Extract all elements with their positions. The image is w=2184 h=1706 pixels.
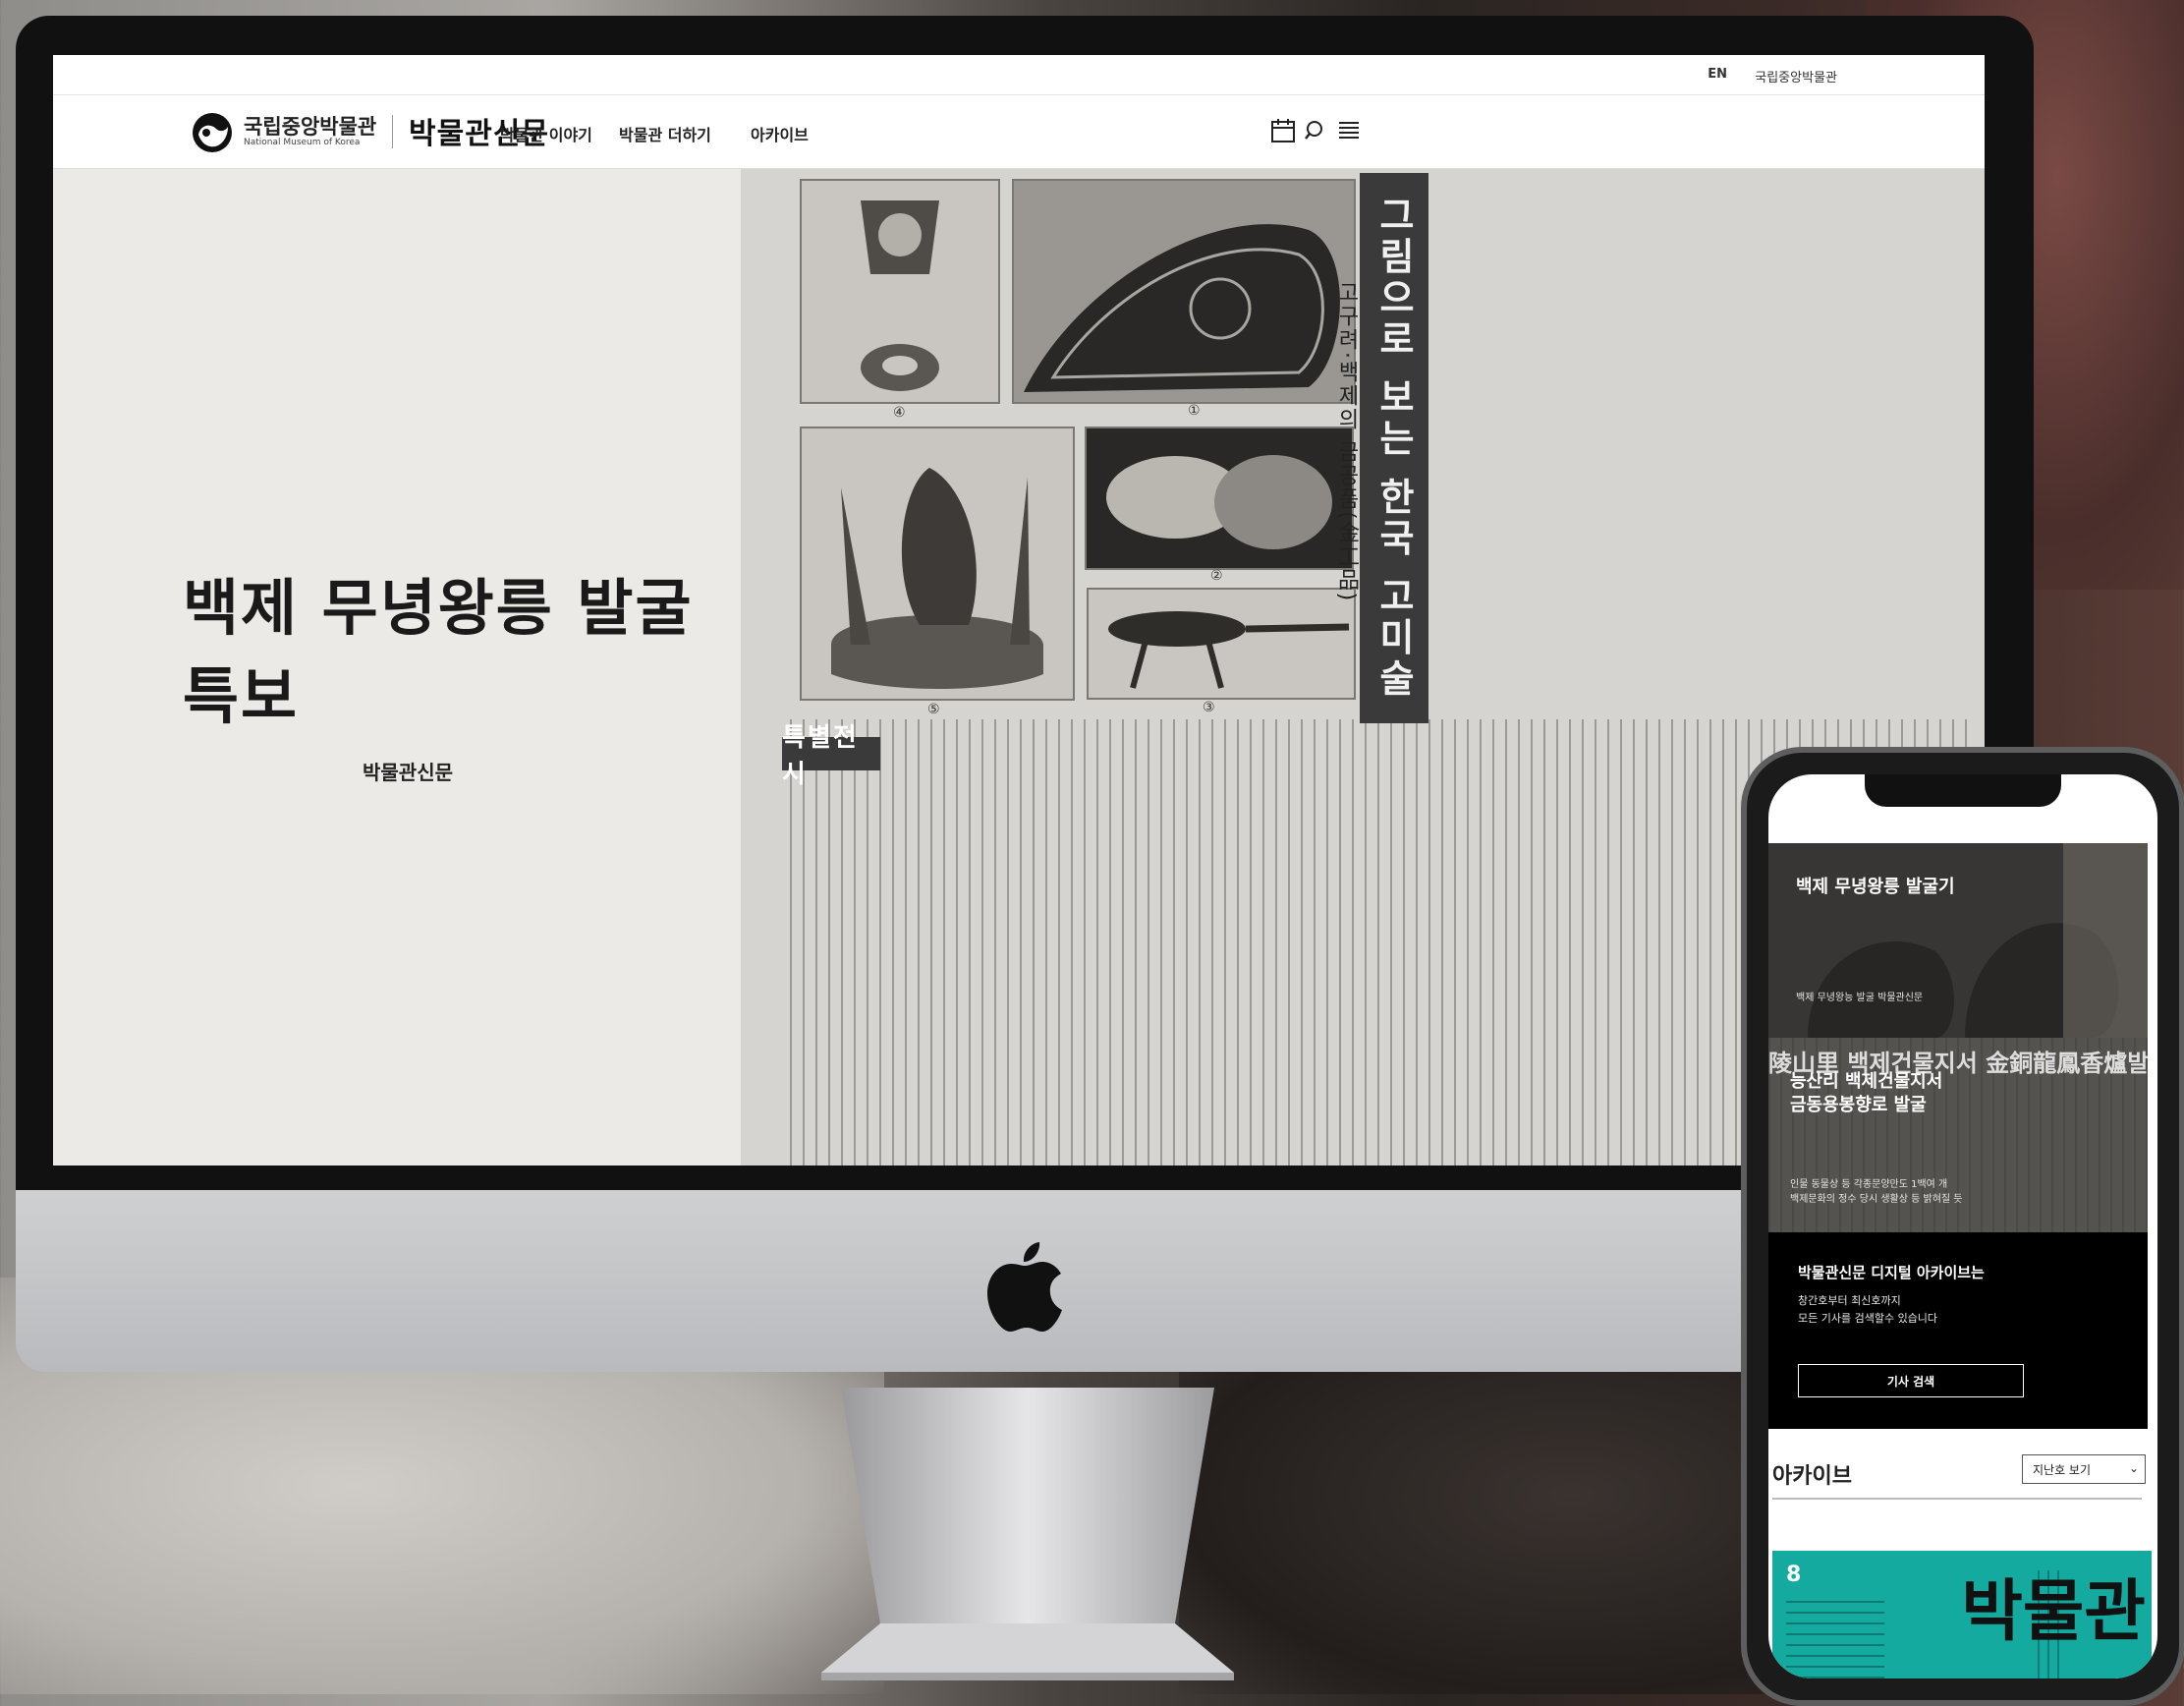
newspaper-photo-iron-pot <box>1087 588 1356 700</box>
figure-number-4: ④ <box>893 405 906 421</box>
iphone-device: 백제 무녕왕릉 발굴기 백제 무녕왕능 발굴 박물관신문 陵山里 백제건물지서 … <box>1741 747 2184 1706</box>
newspaper-banner: 그림으로 보는 한국 고미술 <box>1360 173 1428 723</box>
newspaper-banner-text: 그림으로 보는 한국 고미술 <box>1372 196 1416 701</box>
mobile-card1-caption: 백제 무녕왕능 발굴 박물관신문 <box>1796 993 1924 1003</box>
apple-logo-icon <box>987 1242 1062 1332</box>
newspaper-photo-gold-crown <box>800 426 1075 701</box>
hero-title: 백제 무녕왕릉 발굴 특보 <box>183 572 694 732</box>
newspaper-subtitle: 고구려·백제의 금공품(金工品) <box>1334 281 1359 603</box>
figure-number-3: ③ <box>1203 700 1215 715</box>
past-issue-select[interactable]: 지난호 보기 ⌄ <box>2022 1454 2146 1484</box>
mobile-screen: 백제 무녕왕릉 발굴기 백제 무녕왕능 발굴 박물관신문 陵山里 백제건물지서 … <box>1768 774 2157 1678</box>
mobile-card2-caption-2: 백제문화의 정수 당시 생활상 등 밝혀질 듯 <box>1790 1194 1963 1205</box>
mobile-card2-caption-1: 인물 동물상 등 각종문양만도 1백여 개 <box>1790 1179 1948 1190</box>
imac-stand <box>821 1388 1234 1680</box>
mobile-archive-promo: 박물관신문 디지털 아카이브는 창간호부터 최신호까지 모든 기사를 검색할수 … <box>1768 1232 2148 1429</box>
museum-logo-icon[interactable] <box>191 111 234 154</box>
newspaper-photo-crown-ornament <box>1012 179 1356 404</box>
logo-divider <box>392 115 393 148</box>
nav-archive[interactable]: 아카이브 <box>751 122 809 145</box>
nav-museum-story[interactable]: 박물관 이야기 <box>500 122 592 145</box>
issue-cover-card[interactable]: 8 박물관 <box>1772 1551 2152 1678</box>
desktop-screen: EN 국립중앙박물관 국립중앙박물관 National Museum of Ko… <box>53 55 1985 1166</box>
phone-notch <box>1865 774 2061 807</box>
archive-divider <box>1772 1498 2142 1500</box>
issue-masthead: 박물관 <box>1961 1572 2146 1651</box>
logo-korean-text: 국립중앙박물관 <box>244 115 377 139</box>
chevron-down-icon: ⌄ <box>2128 1461 2139 1475</box>
mobile-promo-line2: 모든 기사를 검색할수 있습니다 <box>1798 1312 1938 1325</box>
mobile-promo-title: 박물관신문 디지털 아카이브는 <box>1798 1264 1985 1281</box>
special-exhibit-label: 특별전시 <box>782 723 859 789</box>
language-link[interactable]: EN <box>1708 67 1727 82</box>
calendar-icon[interactable] <box>1268 116 1298 145</box>
newspaper-photo-ornament <box>800 179 1000 404</box>
utility-bar: EN 국립중앙박물관 <box>53 55 1985 95</box>
issue-number: 8 <box>1786 1563 1802 1587</box>
figure-number-5: ⑤ <box>927 702 940 717</box>
special-exhibit-box: 특별전시 <box>782 723 880 789</box>
hero-source: 박물관신문 <box>363 761 453 784</box>
mobile-card1-title: 백제 무녕왕릉 발굴기 <box>1796 877 1955 897</box>
mobile-archive-heading: 아카이브 <box>1772 1464 1852 1489</box>
issue-cover-text <box>1786 1600 1884 1678</box>
menu-icon[interactable] <box>1334 116 1364 145</box>
museum-link[interactable]: 국립중앙박물관 <box>1755 67 1837 85</box>
search-icon[interactable] <box>1301 116 1330 145</box>
logo-english-text: National Museum of Korea <box>244 138 361 147</box>
mobile-promo-line1: 창간호부터 최신호까지 <box>1798 1294 1901 1307</box>
newspaper-photo-bowl <box>1085 426 1354 570</box>
imac-device: EN 국립중앙박물관 국립중앙박물관 National Museum of Ko… <box>16 16 2034 1680</box>
mobile-article-card-1[interactable]: 백제 무녕왕릉 발굴기 백제 무녕왕능 발굴 박물관신문 <box>1768 843 2148 1038</box>
article-search-button[interactable]: 기사 검색 <box>1798 1364 2024 1397</box>
mobile-article-card-2[interactable]: 陵山里 백제건물지서 金銅龍鳳香爐발굴 능산리 백제건물지서 금동용봉향로 발굴… <box>1768 1038 2148 1232</box>
hero-panel: 백제 무녕왕릉 발굴 특보 박물관신문 <box>53 169 741 1166</box>
nav-museum-plus[interactable]: 박물관 더하기 <box>619 122 711 145</box>
main-navbar: 국립중앙박물관 National Museum of Korea 박물관신문 박… <box>53 95 1985 169</box>
figure-number-1: ① <box>1188 403 1201 419</box>
mobile-card2-title-1: 능산리 백제건물지서 <box>1790 1071 1943 1092</box>
figure-number-2: ② <box>1210 568 1223 584</box>
past-issue-select-value: 지난호 보기 <box>2033 1462 2092 1477</box>
mobile-card2-title-2: 금동용봉향로 발굴 <box>1790 1095 1927 1115</box>
